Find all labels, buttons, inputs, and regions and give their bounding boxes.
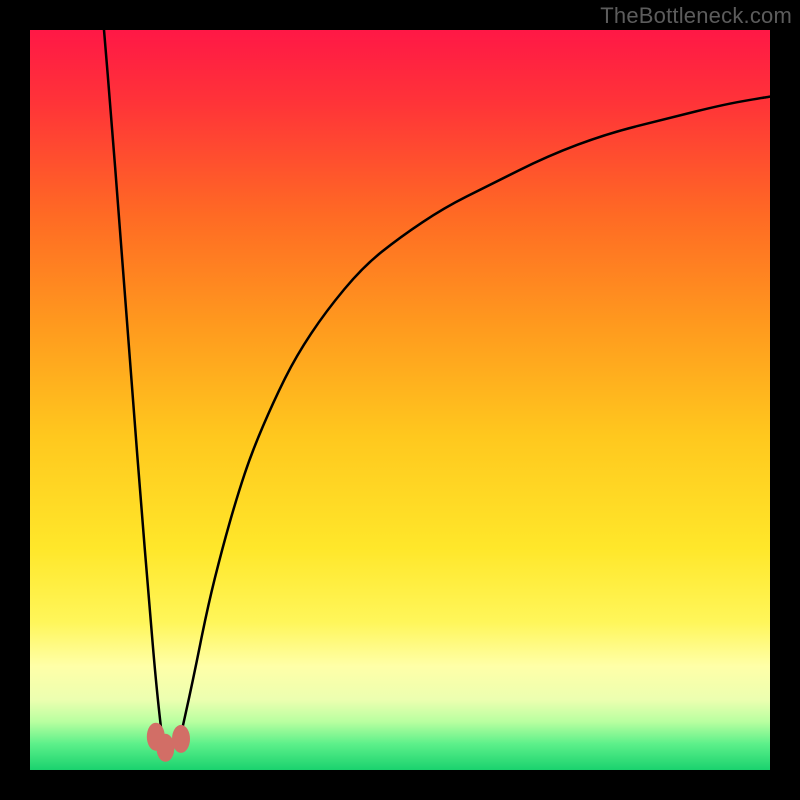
data-markers	[147, 723, 190, 762]
watermark-label: TheBottleneck.com	[600, 3, 792, 29]
bottleneck-marker	[156, 734, 174, 762]
plot-area	[30, 30, 770, 770]
chart-frame: TheBottleneck.com	[0, 0, 800, 800]
curve-left-branch	[104, 30, 163, 748]
curve-right-branch	[178, 97, 770, 748]
bottleneck-marker	[172, 725, 190, 753]
bottleneck-curve	[30, 30, 770, 770]
